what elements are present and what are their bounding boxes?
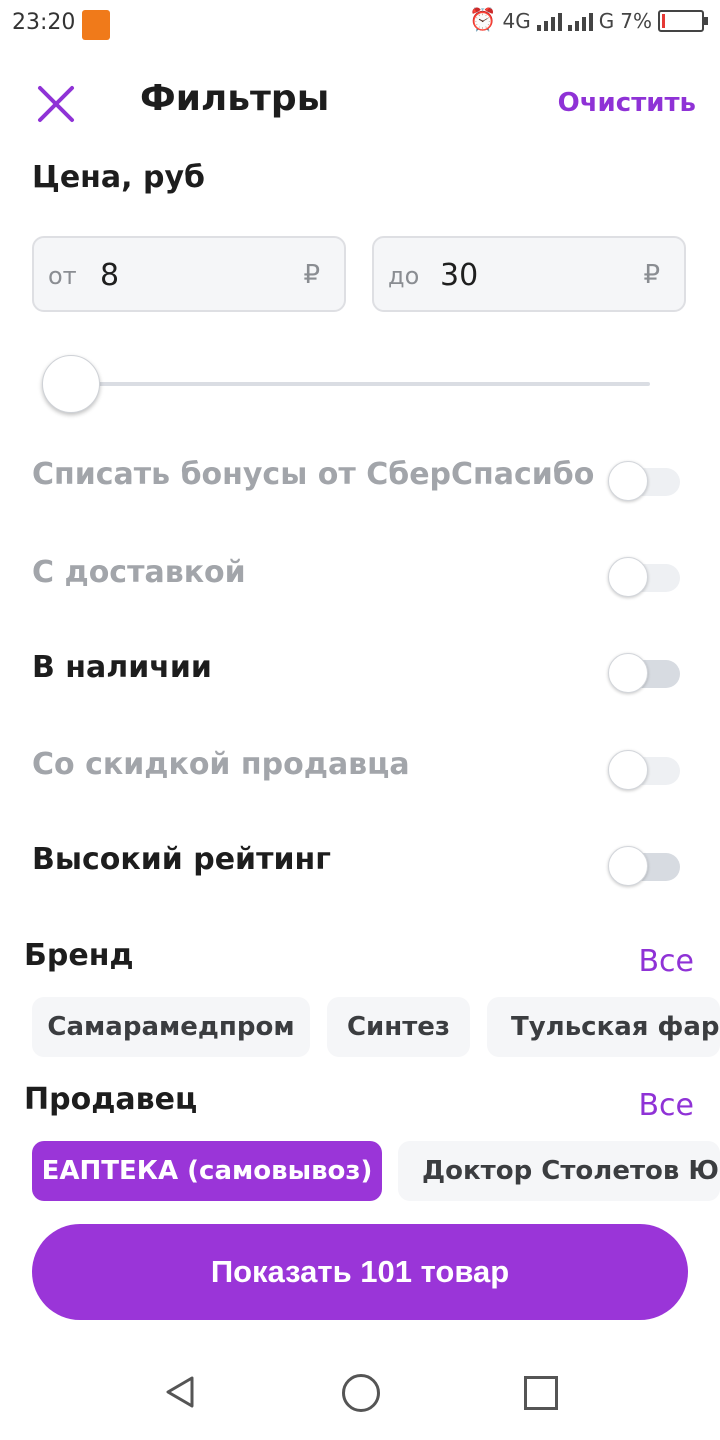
brand-all-link[interactable]: Все (638, 944, 694, 979)
signal-4g-label: 4G (502, 8, 531, 33)
option-high-rating-toggle[interactable] (608, 846, 680, 886)
alarm-icon: ⏰ (469, 8, 497, 33)
status-bar: 23:20 ⏰ 4G G 7% (0, 0, 720, 50)
recent-apps-icon[interactable] (524, 1376, 558, 1410)
seller-chip[interactable]: Доктор Столетов Юг (398, 1141, 720, 1201)
seller-section-label: Продавец (24, 1082, 198, 1117)
option-seller-discount-toggle[interactable] (608, 750, 680, 790)
seller-all-link[interactable]: Все (638, 1088, 694, 1123)
ruble-icon: ₽ (643, 260, 660, 290)
option-sberspasibo-label: Списать бонусы от СберСпасибо (32, 457, 595, 492)
price-slider-track[interactable] (70, 382, 650, 386)
signal-bars-icon-2 (567, 11, 593, 31)
price-to-prefix: до (388, 262, 420, 290)
seller-chip-selected[interactable]: ЕАПТЕКА (самовывоз) (32, 1141, 382, 1201)
clear-filters-button[interactable]: Очистить (558, 88, 696, 118)
back-icon[interactable] (160, 1372, 200, 1412)
signal-bars-icon (536, 11, 562, 31)
price-from-value: 8 (100, 258, 120, 293)
price-to-value: 30 (440, 258, 479, 293)
option-sberspasibo-toggle[interactable] (608, 461, 680, 501)
battery-percent: 7% (620, 8, 652, 33)
close-button[interactable] (32, 80, 80, 128)
option-delivery-label: С доставкой (32, 555, 246, 590)
battery-icon (658, 9, 708, 32)
page-title: Фильтры (140, 78, 330, 119)
option-seller-discount-label: Со скидкой продавца (32, 747, 410, 782)
option-in-stock-toggle[interactable] (608, 653, 680, 693)
price-to-field[interactable]: до 30 ₽ (372, 236, 686, 312)
status-right: ⏰ 4G G 7% (469, 8, 708, 33)
signal-g-label: G (598, 8, 615, 33)
ruble-icon: ₽ (303, 260, 320, 290)
option-delivery-toggle[interactable] (608, 557, 680, 597)
brand-chip[interactable]: Самарамедпром (32, 997, 310, 1057)
show-results-button[interactable]: Показать 101 товар (32, 1224, 688, 1320)
status-time: 23:20 (12, 10, 76, 35)
home-icon[interactable] (342, 1374, 380, 1412)
price-section-label: Цена, руб (32, 160, 205, 195)
option-high-rating-label: Высокий рейтинг (32, 842, 331, 877)
price-from-field[interactable]: от 8 ₽ (32, 236, 346, 312)
price-slider-thumb[interactable] (42, 355, 100, 413)
brand-section-label: Бренд (24, 938, 134, 973)
brand-chip[interactable]: Синтез (327, 997, 470, 1057)
close-icon (38, 86, 74, 122)
brand-chip[interactable]: Тульская фарма (487, 997, 720, 1057)
price-from-prefix: от (48, 262, 77, 290)
battery-saver-icon (82, 10, 110, 40)
option-in-stock-label: В наличии (32, 650, 212, 685)
